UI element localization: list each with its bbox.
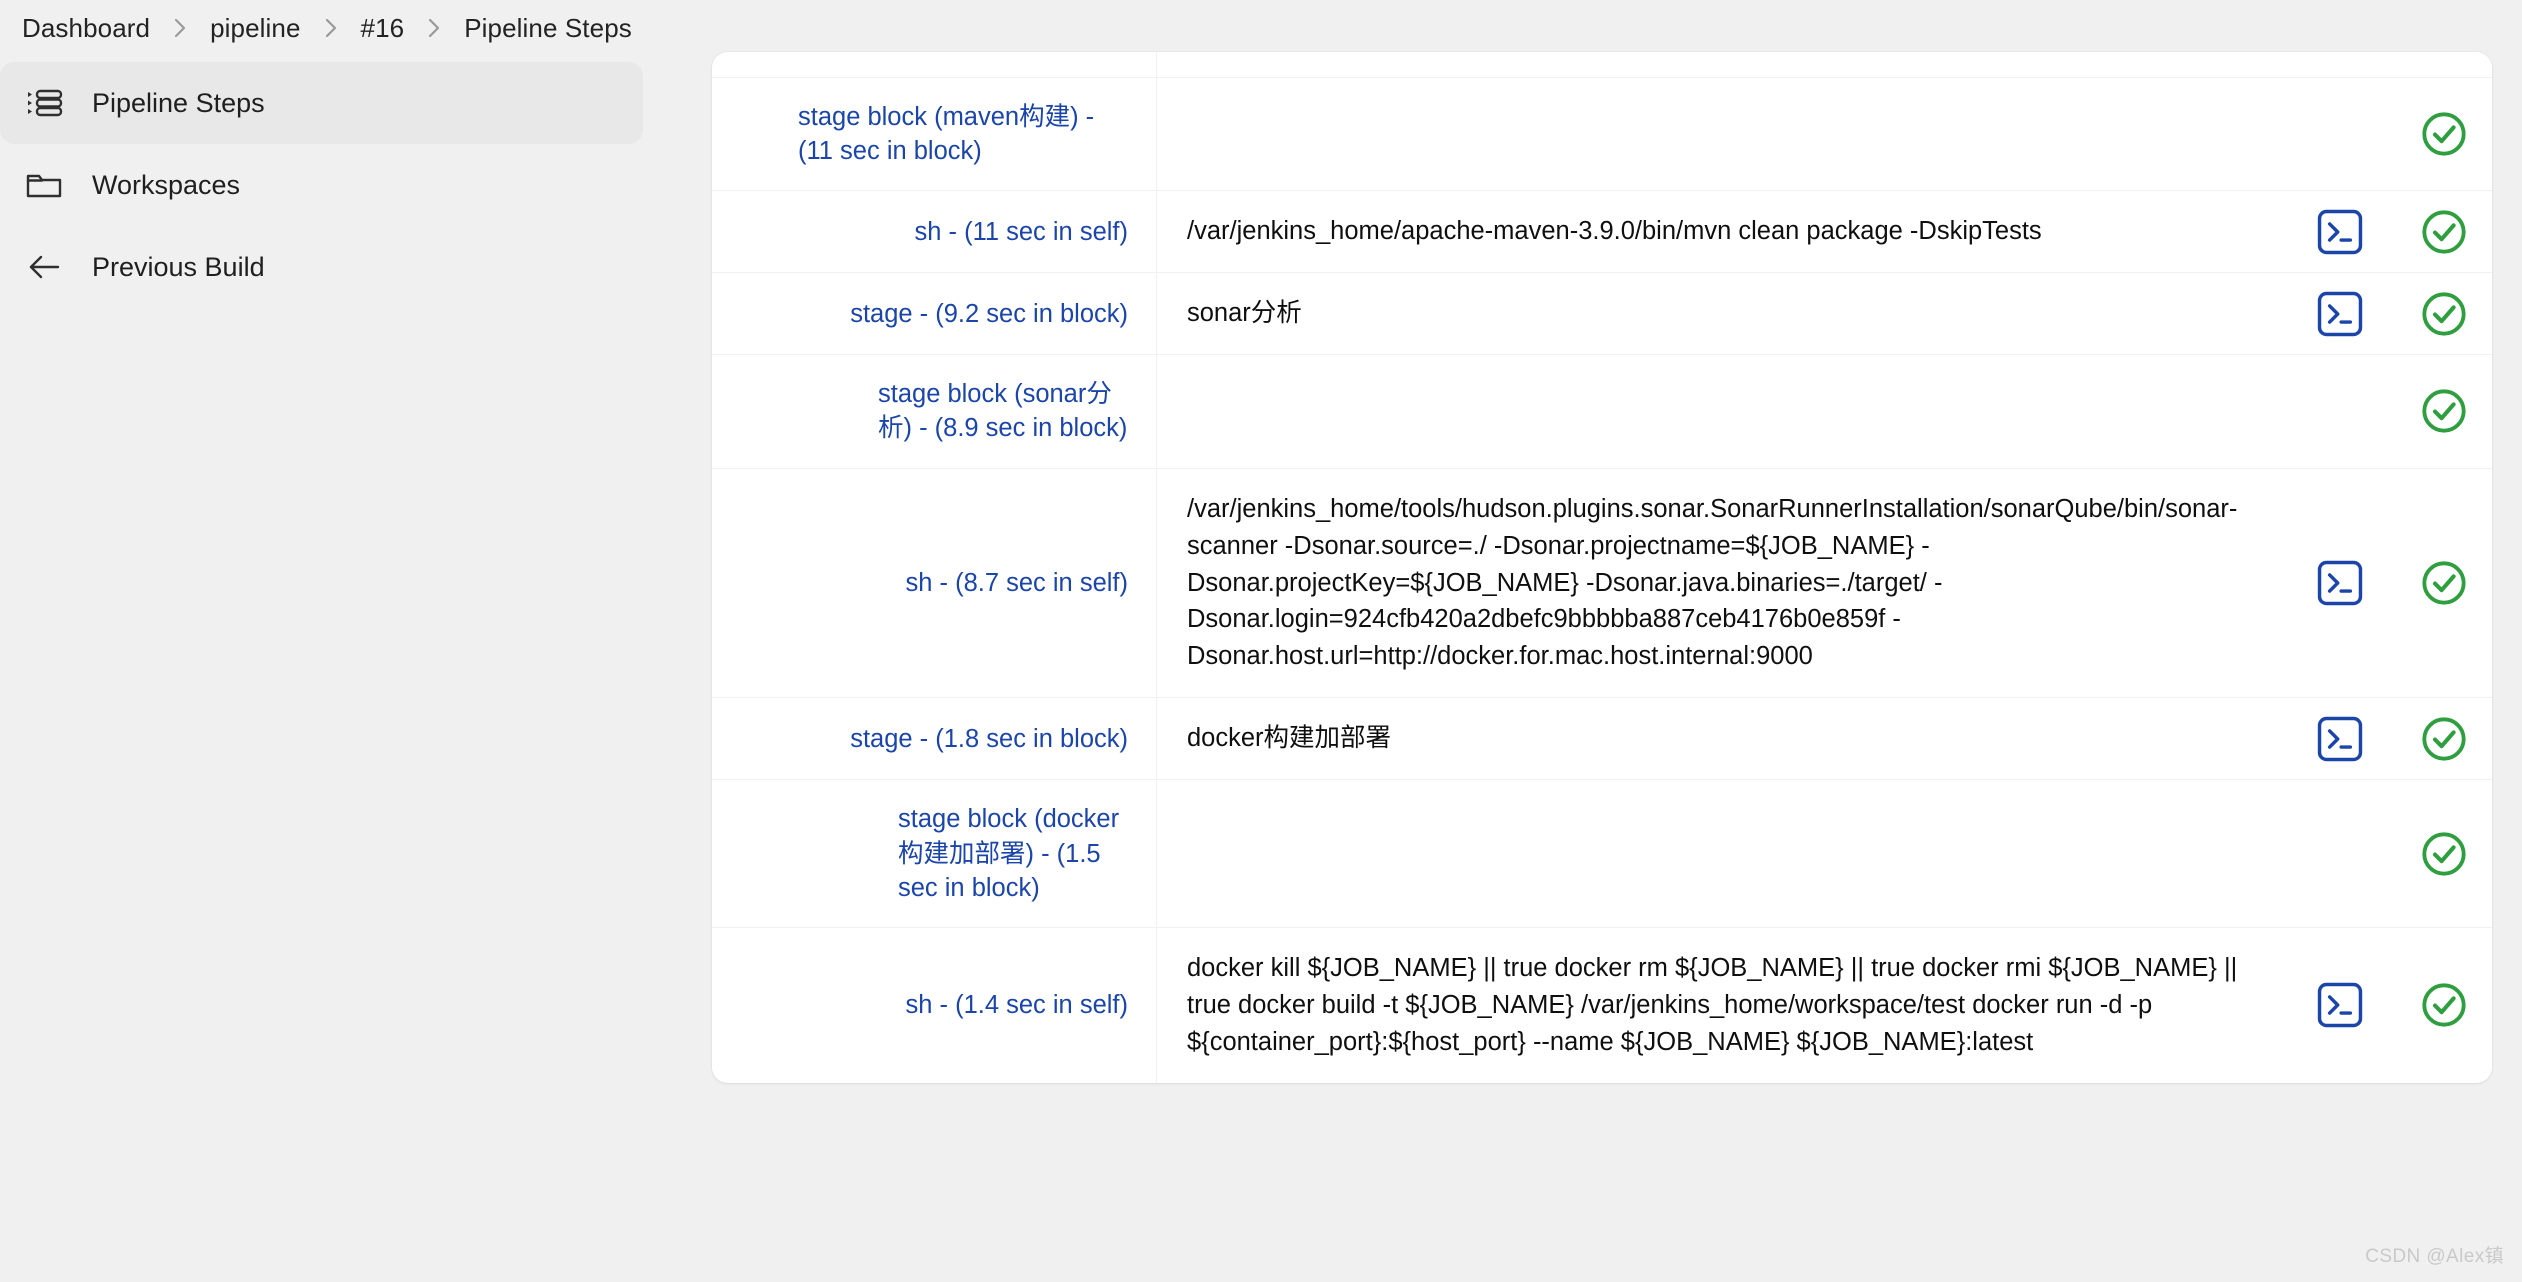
step-status-cell	[2396, 191, 2492, 272]
step-arguments: docker kill ${JOB_NAME} || true docker r…	[1187, 953, 2238, 1056]
sidebar-item-pipeline-steps[interactable]: Pipeline Steps	[0, 62, 643, 144]
step-arguments: /var/jenkins_home/tools/hudson.plugins.s…	[1187, 494, 2238, 671]
step-arguments: sonar分析	[1187, 299, 1302, 328]
step-link[interactable]: stage block (maven构建) - (11 sec in block…	[798, 100, 1128, 168]
step-label-cell: sh - (1.4 sec in self)	[712, 927, 1157, 1083]
console-terminal-icon[interactable]	[2317, 209, 2363, 255]
console-output-cell[interactable]	[2284, 698, 2396, 779]
sidebar-item-workspaces[interactable]: Workspaces	[0, 144, 643, 226]
step-status-cell	[2396, 469, 2492, 698]
console-output-cell	[2284, 78, 2396, 190]
console-output-cell[interactable]	[2284, 273, 2396, 354]
success-check-icon	[2420, 208, 2468, 256]
chevron-right-icon	[317, 15, 345, 41]
table-row: sh - (11 sec in self) /var/jenkins_home/a…	[712, 191, 2492, 274]
arrow-left-icon	[22, 245, 66, 289]
step-arguments-cell	[1157, 78, 2284, 190]
step-arguments-cell	[1157, 355, 2284, 467]
breadcrumb-item-3: Pipeline Steps	[464, 12, 632, 43]
pipeline-steps-table: stage block (maven构建) - (11 sec in block…	[712, 52, 2492, 1083]
step-status-cell	[2396, 52, 2492, 77]
sidebar: Pipeline Steps Workspaces Previous Build	[0, 56, 700, 308]
step-arguments-cell: docker kill ${JOB_NAME} || true docker r…	[1157, 928, 2284, 1083]
step-label-cell: sh - (11 sec in self)	[712, 191, 1157, 273]
step-status-cell	[2396, 780, 2492, 926]
chevron-right-icon	[420, 15, 448, 41]
step-arguments-cell: docker构建加部署	[1157, 698, 2284, 779]
console-output-cell	[2284, 52, 2396, 77]
step-status-cell	[2396, 78, 2492, 190]
success-check-icon	[2420, 559, 2468, 607]
pipeline-steps-page: Dashboard pipeline #16 Pipeline Steps Pipel…	[0, 0, 2522, 1282]
breadcrumb-item-2[interactable]: #16	[345, 13, 421, 44]
sidebar-item-label: Pipeline Steps	[92, 87, 265, 118]
table-row: stage - (9.2 sec in block) sonar分析	[712, 273, 2492, 356]
table-row: stage block (sonar分析) - (8.9 sec in bloc…	[712, 355, 2492, 469]
step-link[interactable]: sh - (11 sec in self)	[914, 215, 1128, 249]
success-check-icon	[2420, 830, 2468, 878]
step-status-cell	[2396, 355, 2492, 467]
console-output-cell[interactable]	[2284, 469, 2396, 698]
step-link[interactable]: stage - (1.8 sec in block)	[850, 722, 1128, 756]
console-terminal-icon[interactable]	[2317, 291, 2363, 337]
step-link[interactable]: stage block (sonar分析) - (8.9 sec in bloc…	[878, 377, 1128, 445]
folder-icon	[22, 163, 66, 207]
step-arguments-cell: sonar分析	[1157, 273, 2284, 354]
step-label-cell: stage - (9.2 sec in block)	[712, 273, 1157, 355]
step-arguments: /var/jenkins_home/apache-maven-3.9.0/bin…	[1187, 217, 2042, 246]
breadcrumb: Dashboard pipeline #16 Pipeline Steps	[0, 0, 2522, 56]
step-link[interactable]: stage - (9.2 sec in block)	[850, 297, 1128, 331]
success-check-icon	[2420, 110, 2468, 158]
chevron-right-icon	[166, 15, 194, 41]
step-link[interactable]: stage block (docker构建加部署) - (1.5 sec in …	[898, 802, 1128, 904]
step-link[interactable]: sh - (1.4 sec in self)	[906, 988, 1129, 1022]
step-arguments: docker构建加部署	[1187, 724, 1392, 753]
pipeline-steps-icon	[22, 81, 66, 125]
sidebar-item-label: Previous Build	[92, 251, 265, 282]
success-check-icon	[2420, 387, 2468, 435]
success-check-icon	[2420, 981, 2468, 1029]
table-row: sh - (8.7 sec in self) /var/jenkins_home/…	[712, 468, 2492, 699]
table-row: stage - (1.8 sec in block) docker构建加部署	[712, 698, 2492, 781]
step-label-cell: stage block (docker构建加部署) - (1.5 sec in …	[712, 780, 1157, 927]
success-check-icon	[2420, 290, 2468, 338]
step-status-cell	[2396, 928, 2492, 1083]
table-row	[712, 52, 2492, 96]
console-output-cell[interactable]	[2284, 928, 2396, 1083]
console-terminal-icon[interactable]	[2317, 716, 2363, 762]
step-link[interactable]: sh - (8.7 sec in self)	[906, 566, 1129, 600]
step-label-cell: sh - (8.7 sec in self)	[712, 468, 1157, 698]
console-output-cell	[2284, 355, 2396, 467]
console-output-cell[interactable]	[2284, 191, 2396, 272]
table-row: stage block (docker构建加部署) - (1.5 sec in …	[712, 780, 2492, 928]
console-terminal-icon[interactable]	[2317, 560, 2363, 606]
sidebar-item-previous-build[interactable]: Previous Build	[0, 226, 643, 308]
watermark: CSDN @Alex镇	[2365, 1246, 2504, 1267]
step-label-cell: stage - (1.8 sec in block)	[712, 698, 1157, 780]
table-row: stage block (maven构建) - (11 sec in block…	[712, 78, 2492, 192]
console-terminal-icon[interactable]	[2317, 982, 2363, 1028]
step-arguments-cell: /var/jenkins_home/tools/hudson.plugins.s…	[1157, 469, 2284, 698]
step-arguments-cell	[1157, 780, 2284, 926]
step-arguments-cell: /var/jenkins_home/apache-maven-3.9.0/bin…	[1157, 191, 2284, 272]
step-status-cell	[2396, 698, 2492, 779]
breadcrumb-item-0[interactable]: Dashboard	[6, 13, 166, 44]
step-status-cell	[2396, 273, 2492, 354]
step-label-cell: stage block (sonar分析) - (8.9 sec in bloc…	[712, 355, 1157, 468]
breadcrumb-item-1[interactable]: pipeline	[194, 13, 316, 44]
console-output-cell	[2284, 780, 2396, 926]
table-row: sh - (1.4 sec in self) docker kill ${JOB_…	[712, 927, 2492, 1083]
step-label-cell: stage block (maven构建) - (11 sec in block…	[712, 78, 1157, 191]
sidebar-item-label: Workspaces	[92, 169, 241, 200]
success-check-icon	[2420, 715, 2468, 763]
